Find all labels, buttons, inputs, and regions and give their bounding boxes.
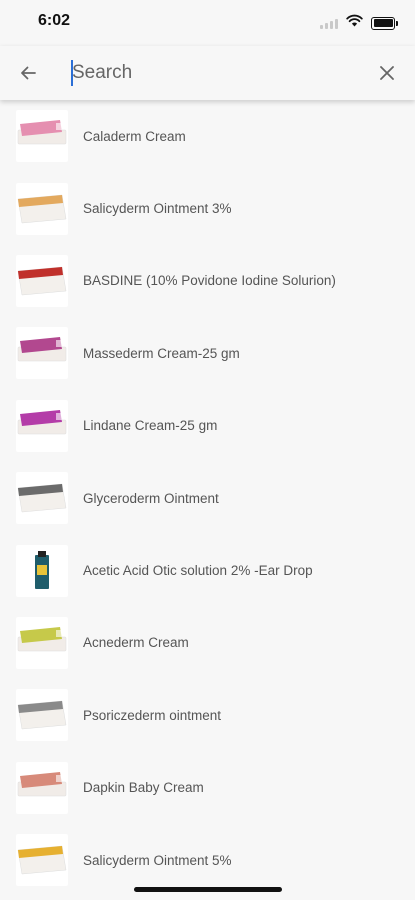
list-item[interactable]: Lindane Cream-25 gm [0,390,415,462]
arrow-left-icon [21,66,36,80]
battery-icon [371,16,398,30]
search-input[interactable] [70,58,362,88]
cellular-signal-icon [320,17,338,29]
back-button[interactable] [14,59,42,87]
list-item[interactable]: Salicyderm Ointment 5% [0,824,415,896]
ointment-box-icon [16,182,68,235]
product-name: BASDINE (10% Povidone Iodine Solurion) [83,273,336,289]
product-name: Psoriczederm ointment [83,707,222,723]
ear-drop-bottle-icon [16,544,68,597]
ointment-box-icon [16,834,68,887]
list-item[interactable]: Salicyderm Ointment 3% [0,172,415,244]
product-name: Acetic Acid Otic solution 2% -Ear Drop [83,563,313,579]
solution-box-icon [16,254,68,307]
status-icons [320,14,398,32]
product-name: Acnederm Cream [83,635,189,651]
ointment-box-icon [16,689,68,742]
product-name: Salicyderm Ointment 5% [83,852,232,868]
cream-tube-icon [16,327,68,380]
wifi-icon [346,14,363,32]
cream-tube-icon [16,399,68,452]
cream-tube-icon [16,761,68,814]
cream-tube-icon [16,110,68,163]
product-name: Lindane Cream-25 gm [83,418,218,434]
status-bar: 6:02 [0,0,415,46]
cream-tube-icon [16,616,68,669]
product-name: Massederm Cream-25 gm [83,345,240,361]
close-icon [380,66,394,80]
ointment-box-icon [16,472,68,525]
text-cursor [71,60,73,86]
list-item[interactable]: Acnederm Cream [0,607,415,679]
list-item[interactable]: BASDINE (10% Povidone Iodine Solurion) [0,245,415,317]
list-item[interactable]: Dapkin Baby Cream [0,752,415,824]
list-item[interactable]: Massederm Cream-25 gm [0,317,415,389]
list-item[interactable]: Psoriczederm ointment [0,679,415,751]
list-item[interactable]: Glyceroderm Ointment [0,462,415,534]
list-item[interactable]: Acetic Acid Otic solution 2% -Ear Drop [0,534,415,606]
home-indicator [134,887,282,892]
product-name: Glyceroderm Ointment [83,490,219,506]
product-list: Caladerm Cream Salicyderm Ointment 3% BA… [0,100,415,896]
list-item[interactable]: Caladerm Cream [0,100,415,172]
search-bar [0,46,415,100]
product-name: Caladerm Cream [83,128,186,144]
clear-search-button[interactable] [373,59,401,87]
product-name: Dapkin Baby Cream [83,780,204,796]
status-time: 6:02 [38,12,71,29]
product-name: Salicyderm Ointment 3% [83,201,232,217]
